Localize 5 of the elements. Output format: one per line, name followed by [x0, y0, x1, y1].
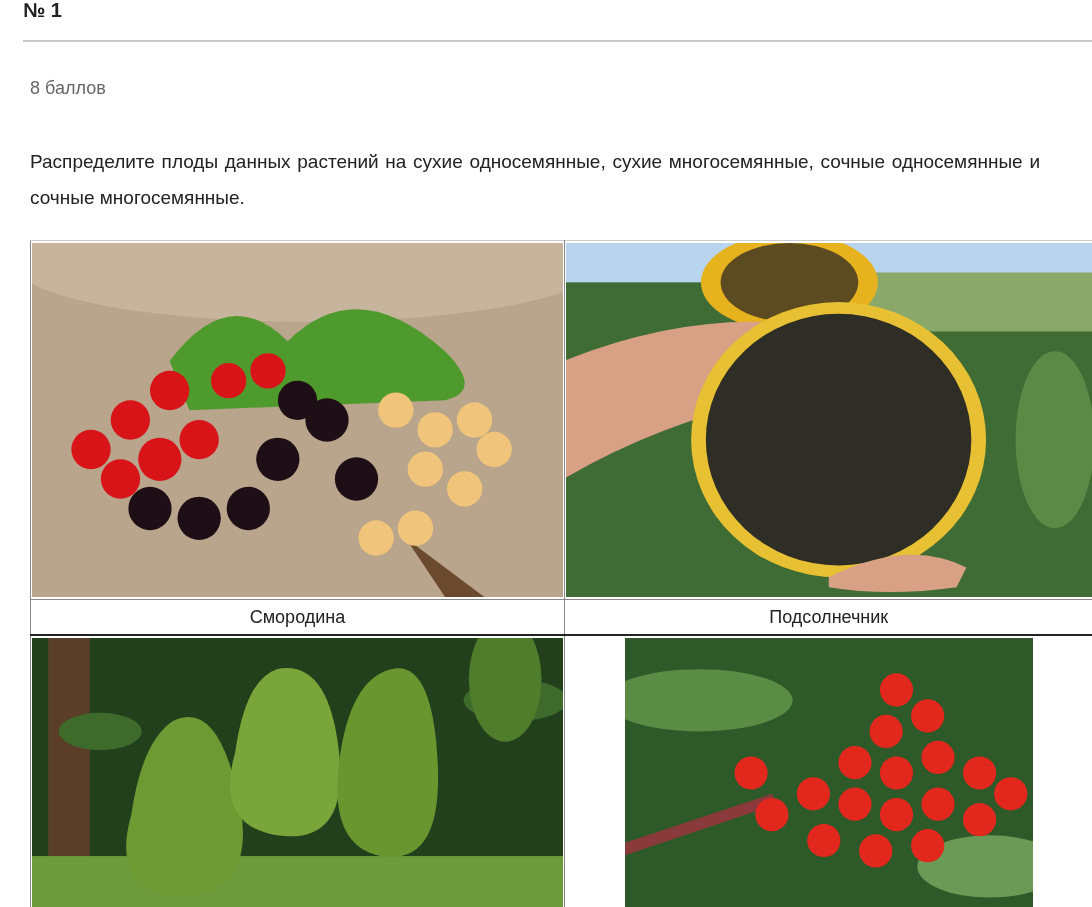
caption-text: Подсолнечник [769, 606, 889, 628]
task-text: Распределите плоды данных растений на сухие односемянные, сухие многосемянные, сочные односемянные и сочные многосемянные. [30, 150, 1040, 210]
points-label: 8 баллов [30, 78, 106, 99]
task-number: № 1 [23, 0, 62, 23]
caption-text: Смородина [249, 606, 346, 628]
